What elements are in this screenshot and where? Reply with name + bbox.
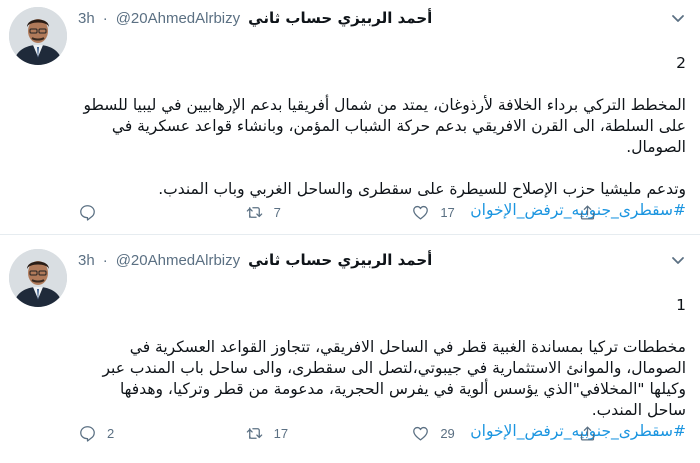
reply-icon — [80, 204, 95, 221]
share-button[interactable] — [578, 203, 598, 222]
like-button[interactable]: 17 — [411, 203, 521, 222]
chevron-down-icon[interactable] — [670, 10, 686, 26]
retweet-count: 17 — [273, 425, 289, 441]
tweet-actions: 7 17 — [78, 201, 598, 223]
tweet[interactable]: أحمد الربيزي حساب ثاني @20AhmedAlrbizy ·… — [0, 235, 700, 455]
avatar[interactable] — [9, 249, 67, 307]
heart-icon — [413, 205, 429, 219]
author-name[interactable]: أحمد الربيزي حساب ثاني — [248, 9, 432, 27]
reply-button[interactable]: 2 — [78, 424, 188, 443]
avatar[interactable] — [9, 7, 67, 65]
chevron-down-icon[interactable] — [670, 252, 686, 268]
tweet[interactable]: أحمد الربيزي حساب ثاني @20AhmedAlrbizy ·… — [0, 0, 700, 235]
tweet-header: أحمد الربيزي حساب ثاني @20AhmedAlrbizy ·… — [78, 7, 686, 29]
like-button[interactable]: 29 — [411, 424, 521, 443]
retweet-count: 7 — [273, 204, 281, 220]
timestamp[interactable]: 3h — [78, 252, 95, 269]
tweet-text: المخطط التركي برداء الخلافة لأرذوغان، يم… — [83, 96, 687, 198]
author-handle[interactable]: @20AhmedAlrbizy — [116, 252, 240, 269]
separator: · — [102, 251, 108, 269]
tweet-text: مخططات تركيا بمساندة الغبية قطر في الساح… — [102, 338, 687, 419]
share-button[interactable] — [578, 424, 598, 443]
separator: · — [102, 9, 108, 27]
share-icon — [580, 205, 595, 219]
reply-count: 2 — [107, 425, 115, 441]
thread-number: 2 — [676, 54, 686, 72]
tweet-actions: 2 17 29 — [78, 422, 598, 444]
retweet-icon — [246, 206, 262, 218]
thread-number: 1 — [676, 296, 686, 314]
retweet-button[interactable]: 17 — [245, 424, 355, 443]
retweet-icon — [246, 427, 262, 439]
heart-icon — [413, 426, 429, 440]
reply-icon — [80, 425, 95, 442]
like-count: 17 — [440, 204, 455, 220]
share-icon — [580, 426, 595, 440]
author-name[interactable]: أحمد الربيزي حساب ثاني — [248, 251, 432, 269]
author-handle[interactable]: @20AhmedAlrbizy — [116, 10, 240, 27]
reply-button[interactable] — [78, 203, 188, 222]
retweet-button[interactable]: 7 — [245, 203, 355, 222]
tweet-header: أحمد الربيزي حساب ثاني @20AhmedAlrbizy ·… — [78, 249, 686, 271]
like-count: 29 — [440, 425, 455, 441]
timestamp[interactable]: 3h — [78, 10, 95, 27]
